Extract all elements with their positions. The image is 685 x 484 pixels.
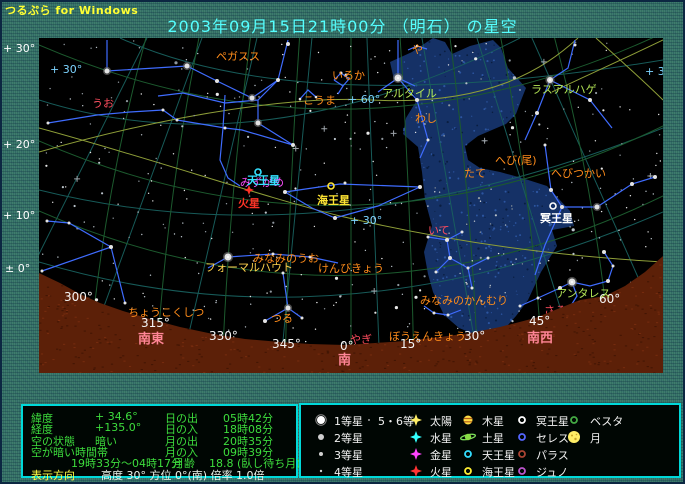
sky-label: アルタイル bbox=[382, 87, 437, 100]
sky-label: つる bbox=[271, 312, 293, 325]
uranus-icon bbox=[459, 446, 477, 462]
sky-label: わし bbox=[415, 112, 437, 125]
altitude-scale: + 30° + 20° + 10° ± 0° bbox=[3, 42, 35, 275]
altitude-label: + 30° bbox=[3, 42, 35, 55]
pluto-icon bbox=[513, 412, 531, 428]
sky-label: 345° bbox=[272, 337, 301, 351]
sky-label: いて bbox=[428, 224, 450, 237]
legend-label-mars: 火星 bbox=[430, 464, 452, 480]
sky-label: こうま bbox=[303, 94, 336, 107]
moon-icon bbox=[565, 429, 583, 445]
altitude-label: + 10° bbox=[3, 209, 35, 222]
sky-label: ペガスス bbox=[216, 50, 260, 63]
ceres-icon bbox=[513, 429, 531, 445]
sky-label: 南東 bbox=[138, 331, 164, 347]
sky-label: 0° bbox=[340, 339, 354, 353]
legend-label-mag2: 2等星 bbox=[334, 430, 363, 446]
altitude-label: + 20° bbox=[3, 138, 35, 151]
legend-label-pallas: パラス bbox=[536, 447, 569, 463]
sky-label: けんびきょう bbox=[318, 262, 384, 275]
mag3-icon bbox=[312, 446, 330, 462]
天王星-label: 天王星 bbox=[247, 174, 280, 187]
venus-icon bbox=[407, 446, 425, 462]
sun-icon bbox=[407, 412, 425, 428]
sky-label: 300° bbox=[64, 290, 93, 304]
sky-label: 南 bbox=[338, 352, 351, 368]
sky-label: + 60° bbox=[348, 93, 380, 106]
legend-label-moon: 月 bbox=[590, 430, 601, 446]
legend-label-mag1: 1等星 bbox=[334, 413, 363, 429]
legend-label-sun: 太陽 bbox=[430, 413, 452, 429]
legend-label-jupiter: 木星 bbox=[482, 413, 504, 429]
mars-icon bbox=[407, 463, 425, 479]
sky-label: + 30° bbox=[350, 214, 382, 227]
sky-label: 330° bbox=[209, 329, 238, 343]
mercury-icon bbox=[407, 429, 425, 445]
sky-label: 30° bbox=[464, 329, 485, 343]
saturn-icon bbox=[459, 429, 477, 445]
sky-label: うお bbox=[92, 97, 114, 110]
altitude-label: ± 0° bbox=[5, 262, 30, 275]
sky-label: へびつかい bbox=[551, 167, 606, 180]
sky-label: 南西 bbox=[527, 330, 553, 346]
vesta-icon bbox=[565, 412, 583, 428]
sky-label: たて bbox=[464, 167, 486, 180]
legend-label-neptune: 海王星 bbox=[482, 464, 515, 480]
火星-label: 火星 bbox=[238, 197, 260, 210]
mag1-icon bbox=[312, 412, 330, 428]
legend-label-juno: ジュノ bbox=[536, 464, 568, 480]
neptune-icon bbox=[459, 463, 477, 479]
legend-label-uranus: 天王星 bbox=[482, 447, 515, 463]
legend-label-mag3: 3等星 bbox=[334, 447, 363, 463]
sky-label: ラスアルハゲ bbox=[531, 83, 597, 96]
legend-label-mag4: 4等星 bbox=[334, 464, 363, 480]
sky-label: いるか bbox=[332, 69, 365, 82]
sky-label: アンタレス bbox=[556, 287, 611, 300]
sky-label: 45° bbox=[529, 314, 550, 328]
sky-label: へび(尾) bbox=[495, 154, 537, 167]
info-text: 表示方向 bbox=[31, 467, 75, 483]
observation-info-panel: 緯度+ 34.6°日の出05時42分経度+135.0°日の入18時08分空の状態… bbox=[21, 404, 298, 478]
juno-icon bbox=[513, 463, 531, 479]
pallas-icon bbox=[513, 446, 531, 462]
info-text: 高度 30° 方位 0°(南) 倍率 1.0倍 bbox=[101, 467, 265, 483]
sky-label: フォーマルハウト bbox=[205, 261, 293, 274]
sky-label: みなみのかんむり bbox=[420, 294, 508, 307]
mag56-icon bbox=[360, 412, 378, 428]
page-title: 2003年09月15日21時00分 （明石） の星空 bbox=[0, 13, 685, 37]
sky-label: や bbox=[412, 43, 423, 56]
legend-label-venus: 金星 bbox=[430, 447, 452, 463]
sky-label: + 30° bbox=[645, 65, 677, 78]
海王星-label: 海王星 bbox=[317, 193, 350, 207]
tsuru-pura-window: { "window": { "app_title": "つるぷら for Win… bbox=[0, 0, 685, 484]
symbol-legend-panel: 1等星2等星3等星4等星5・6等太陽水星金星火星木星土星天王星海王星冥王星セレス… bbox=[299, 403, 681, 478]
mag4-icon bbox=[312, 463, 330, 479]
mag2-icon bbox=[312, 429, 330, 445]
legend-label-saturn: 土星 bbox=[482, 430, 504, 446]
jupiter-icon bbox=[459, 412, 477, 428]
冥王星-label: 冥王星 bbox=[540, 212, 573, 225]
legend-label-mercury: 水星 bbox=[430, 430, 452, 446]
sky-label: ちょうこくしつ bbox=[128, 306, 204, 319]
sky-label: 15° bbox=[400, 337, 421, 351]
legend-label-vesta: ベスタ bbox=[590, 413, 623, 429]
sky-label: + 30° bbox=[50, 63, 82, 76]
